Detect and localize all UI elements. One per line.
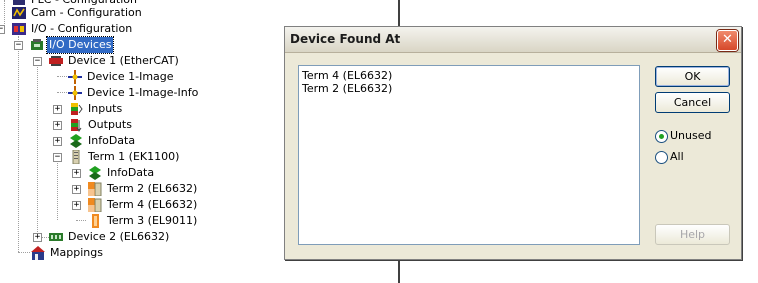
help-button[interactable]: Help	[655, 224, 730, 245]
cancel-button[interactable]: Cancel	[655, 92, 730, 113]
tree-item-label: Term 4 (EL6632)	[107, 198, 198, 211]
radio-button[interactable]	[655, 151, 668, 164]
expand-icon[interactable]: +	[33, 233, 42, 242]
cam-icon	[12, 6, 26, 20]
terminal-icon	[88, 182, 102, 197]
expand-icon[interactable]: +	[53, 121, 62, 130]
radio-selected-dot	[659, 134, 664, 139]
tree-item-label: Device 2 (EL6632)	[68, 230, 170, 243]
tree-item-label: Device 1-Image-Info	[87, 86, 199, 99]
tree-item-label: Mappings	[50, 246, 103, 259]
expand-icon[interactable]: +	[72, 201, 81, 210]
io-configuration-icon	[12, 22, 26, 36]
io-devices-icon	[30, 38, 44, 52]
expand-icon[interactable]: +	[53, 105, 62, 114]
close-icon: ✕	[722, 32, 733, 47]
tree-item-label: Cam - Configuration	[31, 6, 142, 19]
tree-item-label: Device 1-Image	[87, 70, 174, 83]
tree-item-label: Term 1 (EK1100)	[88, 150, 180, 163]
coupler-terminal-icon	[69, 149, 83, 165]
infodata-icon	[88, 166, 102, 180]
collapse-icon[interactable]: −	[33, 57, 42, 66]
list-item[interactable]: Term 4 (EL6632)	[302, 69, 392, 82]
tree-item-label: Outputs	[88, 118, 132, 131]
expand-icon[interactable]: +	[72, 185, 81, 194]
tree-item-label: Term 2 (EL6632)	[107, 182, 198, 195]
tree-item-label: InfoData	[88, 134, 136, 147]
found-devices-list[interactable]: Term 4 (EL6632) Term 2 (EL6632)	[298, 65, 640, 245]
collapse-icon[interactable]: −	[14, 41, 23, 50]
ethercat-device-icon	[49, 54, 63, 68]
tree-item-label: Device 1 (EtherCAT)	[68, 54, 179, 67]
radio-label: Unused	[670, 129, 712, 142]
expand-icon[interactable]: +	[53, 137, 62, 146]
device-icon	[49, 230, 63, 244]
radio-button[interactable]	[655, 130, 668, 143]
outputs-icon	[69, 118, 83, 132]
tree-item-label: I/O Devices	[45, 36, 115, 54]
terminal-icon	[88, 198, 102, 213]
tree-item-label: Term 3 (EL9011)	[107, 214, 198, 227]
expand-icon[interactable]: +	[72, 169, 81, 178]
ok-button[interactable]: OK	[655, 66, 730, 87]
tree-item-label: I/O - Configuration	[31, 22, 133, 35]
process-image-icon	[68, 70, 82, 84]
infodata-icon	[69, 134, 83, 148]
end-terminal-icon	[88, 214, 102, 228]
radio-label: All	[670, 150, 684, 163]
dialog-title-bar[interactable]: Device Found At ✕	[285, 27, 741, 53]
device-found-at-dialog: Device Found At ✕ Term 4 (EL6632) Term 2…	[284, 26, 742, 260]
collapse-icon[interactable]: −	[0, 25, 5, 34]
inputs-icon	[69, 102, 83, 116]
close-button[interactable]: ✕	[717, 30, 738, 51]
collapse-icon[interactable]: −	[53, 153, 62, 162]
mappings-icon	[31, 246, 45, 260]
process-image-info-icon	[68, 86, 82, 100]
list-item[interactable]: Term 2 (EL6632)	[302, 82, 392, 95]
tree-item-label: InfoData	[107, 166, 155, 179]
tree-item-label: Inputs	[88, 102, 123, 115]
dialog-title: Device Found At	[290, 32, 401, 46]
